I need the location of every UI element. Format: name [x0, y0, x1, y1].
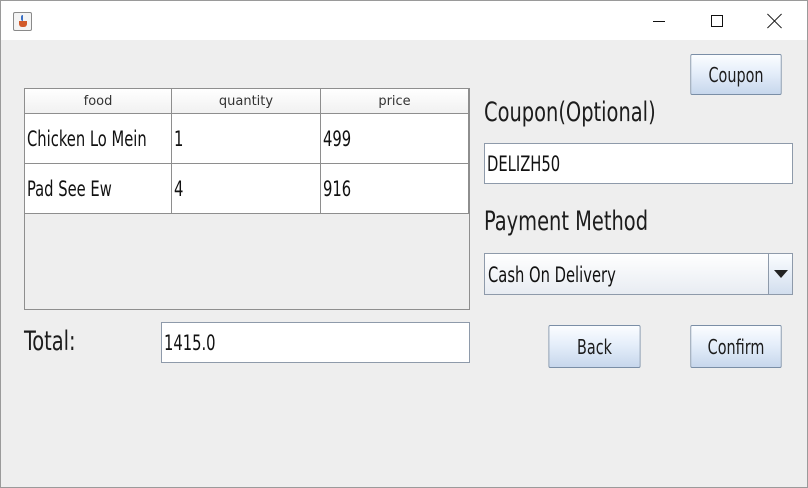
column-header-food[interactable]: food: [25, 89, 172, 114]
close-icon: [767, 13, 783, 29]
maximize-button[interactable]: [689, 1, 747, 40]
app-window: food quantity price Chicken Lo Mein 1 49…: [0, 0, 808, 488]
order-table: food quantity price Chicken Lo Mein 1 49…: [24, 88, 470, 310]
chevron-down-icon: [774, 270, 788, 278]
table-cell[interactable]: 499: [321, 114, 469, 164]
table-cell[interactable]: Chicken Lo Mein: [25, 114, 172, 164]
payment-method-select[interactable]: Cash On Delivery: [484, 253, 793, 295]
coupon-button[interactable]: Coupon: [690, 54, 782, 95]
minimize-button[interactable]: [631, 1, 689, 40]
table-cell[interactable]: 1: [172, 114, 321, 164]
total-label: Total:: [24, 326, 76, 357]
confirm-button[interactable]: Confirm: [690, 325, 782, 368]
back-button[interactable]: Back: [548, 325, 641, 368]
maximize-icon: [711, 15, 723, 27]
coupon-section-label: Coupon(Optional): [484, 97, 656, 128]
close-button[interactable]: [747, 1, 805, 40]
column-header-price[interactable]: price: [321, 89, 469, 114]
java-cup-icon: [13, 12, 32, 31]
table-cell[interactable]: Pad See Ew: [25, 164, 172, 214]
payment-method-label: Payment Method: [484, 206, 649, 237]
coupon-code-input[interactable]: DELIZH50: [484, 143, 793, 184]
dropdown-button[interactable]: [768, 254, 792, 294]
table-header: food quantity price: [25, 89, 469, 114]
table-body: Chicken Lo Mein 1 499 Pad See Ew 4 916: [25, 114, 469, 214]
table-cell[interactable]: 916: [321, 164, 469, 214]
table-row[interactable]: Pad See Ew 4 916: [25, 164, 469, 214]
table-cell[interactable]: 4: [172, 164, 321, 214]
title-bar: [1, 1, 807, 40]
total-field[interactable]: 1415.0: [161, 322, 470, 363]
minimize-icon: [653, 21, 665, 22]
column-header-quantity[interactable]: quantity: [172, 89, 321, 114]
table-row[interactable]: Chicken Lo Mein 1 499: [25, 114, 469, 164]
